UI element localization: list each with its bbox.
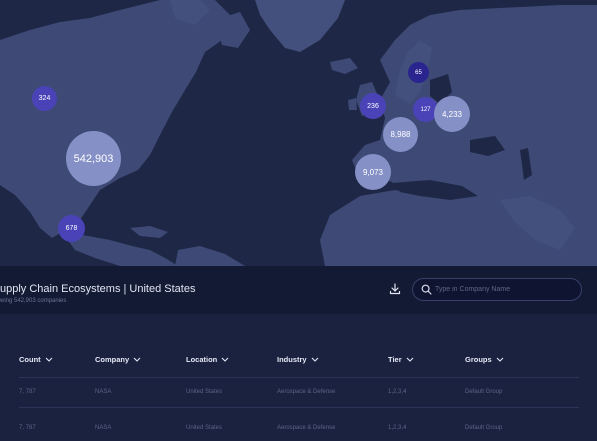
- column-header-location[interactable]: Location: [186, 355, 229, 364]
- download-button[interactable]: [384, 279, 406, 299]
- cell-tier: 1,2,3,4: [388, 389, 407, 395]
- cell-count: 7, 787: [19, 425, 36, 431]
- map-cluster-324[interactable]: 324: [32, 86, 57, 111]
- chevron-down-icon: [45, 357, 53, 362]
- column-label: Location: [186, 355, 218, 364]
- cell-location: United States: [186, 425, 223, 431]
- column-label: Groups: [465, 355, 492, 364]
- column-header-groups[interactable]: Groups: [465, 355, 504, 364]
- column-header-tier[interactable]: Tier: [388, 355, 414, 364]
- cluster-count: 4,233: [441, 109, 463, 119]
- map-cluster-8988[interactable]: 8,988: [383, 117, 418, 152]
- cell-location: United States: [186, 389, 223, 395]
- map-cluster-678[interactable]: 678: [58, 215, 85, 242]
- column-label: Company: [95, 355, 130, 364]
- column-label: Tier: [388, 355, 402, 364]
- cell-company: NASA: [95, 425, 112, 431]
- cell-groups: Default Group: [465, 389, 503, 395]
- chevron-down-icon: [406, 357, 414, 362]
- cluster-count: 65: [415, 69, 422, 76]
- row-divider: [19, 407, 579, 408]
- search-box[interactable]: [412, 278, 582, 301]
- row-divider: [19, 377, 579, 378]
- cell-groups: Default Group: [465, 425, 503, 431]
- map-cluster-9073[interactable]: 9,073: [355, 154, 391, 190]
- chevron-down-icon: [496, 357, 504, 362]
- map-cluster-65[interactable]: 65: [408, 62, 429, 83]
- cell-industry: Aerospace & Defense: [277, 389, 336, 395]
- column-header-company[interactable]: Company: [95, 355, 141, 364]
- cell-count: 7, 787: [19, 389, 36, 395]
- world-map[interactable]: 324 542,903 678 236 65 127 4,233 8,988 9…: [0, 0, 597, 266]
- column-header-count[interactable]: Count: [19, 355, 53, 364]
- cluster-count: 9,073: [362, 167, 384, 177]
- cluster-count: 236: [367, 102, 379, 110]
- cell-company: NASA: [95, 389, 112, 395]
- cell-tier: 1,2,3,4: [388, 425, 407, 431]
- map-cluster-542903[interactable]: 542,903: [66, 131, 121, 186]
- cluster-count: 8,988: [390, 130, 411, 139]
- cluster-count: 678: [65, 225, 78, 232]
- companies-count-subtitle: wing 542,903 companies: [0, 298, 67, 304]
- cluster-count: 542,903: [73, 152, 114, 165]
- download-icon: [389, 283, 401, 295]
- column-header-industry[interactable]: Industry: [277, 355, 319, 364]
- chevron-down-icon: [311, 357, 318, 362]
- cell-industry: Aerospace & Defense: [277, 425, 336, 431]
- cluster-count: 324: [38, 95, 51, 102]
- cluster-count: 127: [420, 106, 431, 113]
- map-cluster-4233[interactable]: 4,233: [434, 96, 470, 132]
- column-label: Count: [19, 355, 41, 364]
- company-search-input[interactable]: [435, 282, 575, 297]
- page-title: upply Chain Ecosystems | United States: [0, 283, 196, 295]
- search-icon: [421, 284, 432, 295]
- map-cluster-236[interactable]: 236: [360, 93, 386, 119]
- chevron-down-icon: [133, 357, 141, 362]
- column-label: Industry: [277, 355, 307, 364]
- chevron-down-icon: [221, 357, 229, 362]
